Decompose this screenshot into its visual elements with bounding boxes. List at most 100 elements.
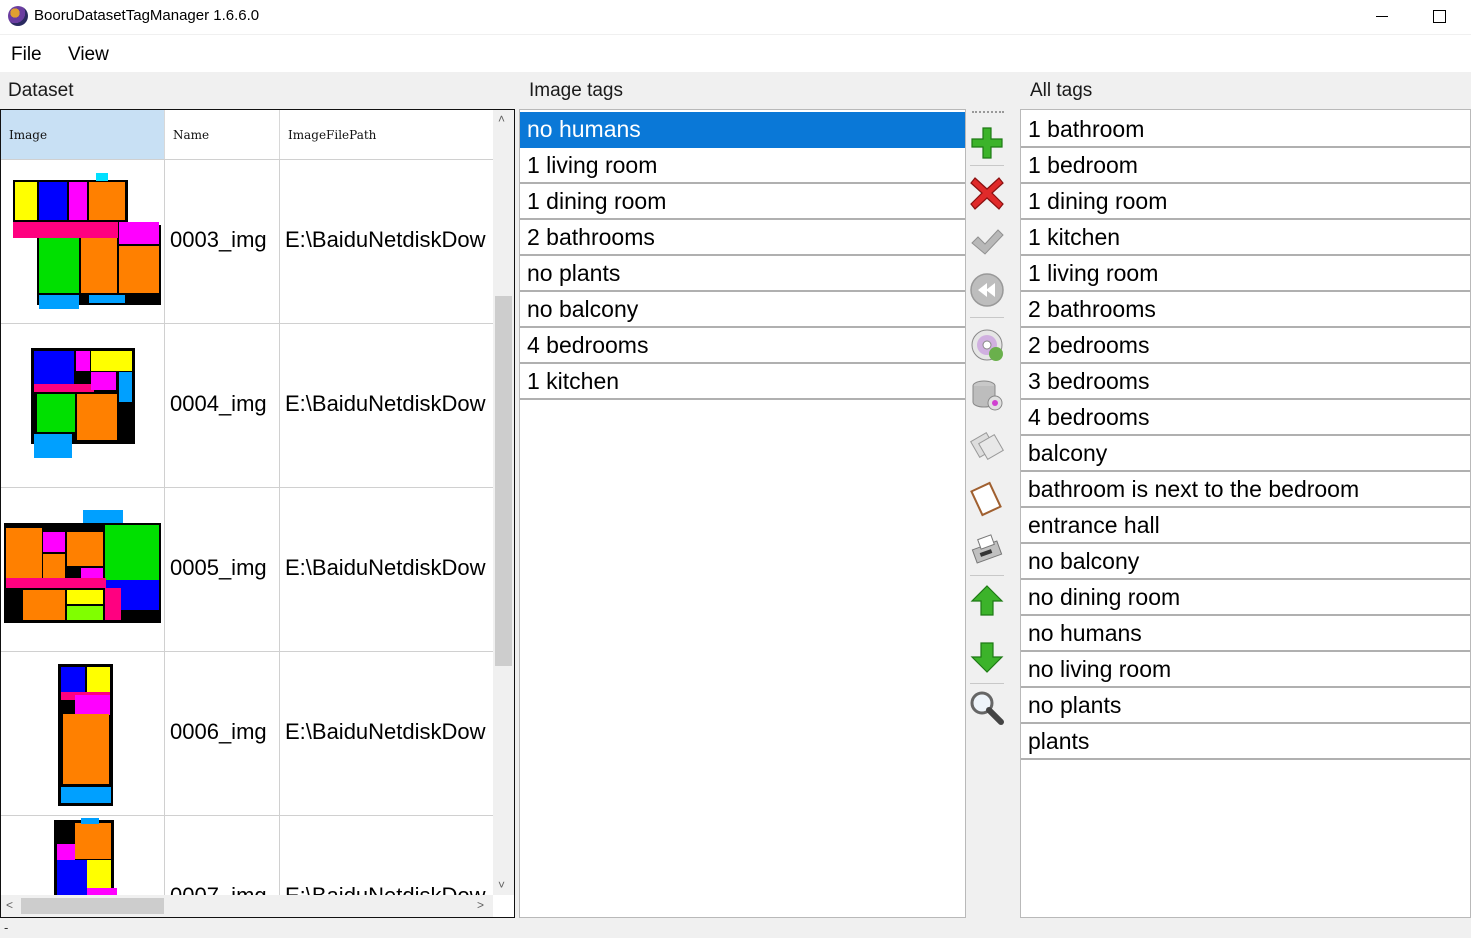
column-header-name[interactable]: Name (165, 110, 280, 159)
dataset-label: Dataset (8, 80, 74, 101)
all-tag-item[interactable]: no dining room (1021, 580, 1470, 616)
scroll-right-icon[interactable]: > (477, 898, 484, 912)
all-tag-item[interactable]: 1 kitchen (1021, 220, 1470, 256)
tag-toolbar (966, 109, 1020, 918)
arrow-up-icon (970, 585, 1004, 616)
save-all-button[interactable] (966, 324, 1008, 366)
dataset-header: Image Name ImageFilePath (1, 110, 493, 160)
path-cell: E:\BaiduNetdiskDow (285, 391, 486, 416)
dataset-vertical-scroll-thumb[interactable] (495, 296, 512, 666)
toolbar-separator (970, 317, 1004, 318)
column-header-image[interactable]: Image (1, 110, 165, 159)
all-tag-item[interactable]: 1 dining room (1021, 184, 1470, 220)
floorplan-thumbnail (31, 348, 135, 458)
path-cell: E:\BaiduNetdiskDow (285, 555, 486, 580)
name-cell: 0005_img (165, 488, 280, 651)
window-title: BooruDatasetTagManager 1.6.6.0 (34, 7, 260, 24)
image-tag-item[interactable]: no balcony (520, 292, 965, 328)
toolbar-separator (970, 165, 1004, 166)
image-tag-item[interactable]: no humans (520, 112, 965, 148)
status-bar: - (0, 918, 1471, 938)
delete-x-icon (970, 177, 1004, 210)
all-tags-label: All tags (1030, 80, 1093, 101)
table-row[interactable]: 0005_img E:\BaiduNetdiskDow (1, 488, 493, 652)
copy-button[interactable] (966, 424, 1008, 466)
database-icon (972, 380, 1003, 411)
image-tag-item[interactable]: no plants (520, 256, 965, 292)
arrow-down-icon (970, 642, 1004, 673)
copy-icon (970, 432, 1004, 460)
dataset-horizontal-scrollbar[interactable]: < > (1, 895, 493, 917)
scroll-down-icon[interactable]: ˅ (498, 878, 505, 892)
table-row[interactable]: 0004_img E:\BaiduNetdiskDow (1, 324, 493, 488)
image-tags-label: Image tags (529, 80, 623, 101)
all-tag-item[interactable]: no plants (1021, 688, 1470, 724)
path-cell: E:\BaiduNetdiskDow (285, 227, 486, 252)
toolbar-separator (970, 575, 1004, 576)
checkmark-icon (971, 229, 1004, 255)
dataset-horizontal-scroll-thumb[interactable] (21, 898, 164, 914)
search-button[interactable] (966, 687, 1008, 729)
paste-button[interactable] (966, 478, 1008, 520)
dataset-vertical-scrollbar[interactable]: ˄ ˅ (493, 110, 514, 895)
all-tag-item[interactable]: 4 bedrooms (1021, 400, 1470, 436)
all-tag-item[interactable]: bathroom is next to the bedroom (1021, 472, 1470, 508)
clipboard-icon (970, 481, 1002, 517)
toolbar-separator (970, 683, 1004, 684)
maximize-button[interactable] (1410, 0, 1468, 34)
all-tag-item[interactable]: 3 bedrooms (1021, 364, 1470, 400)
floorplan-thumbnail (58, 664, 113, 806)
table-row[interactable]: 0006_img E:\BaiduNetdiskDow (1, 652, 493, 816)
app-icon (8, 6, 28, 26)
all-tag-item[interactable]: 1 bedroom (1021, 148, 1470, 184)
all-tag-item[interactable]: no balcony (1021, 544, 1470, 580)
image-tag-item[interactable]: 4 bedrooms (520, 328, 965, 364)
image-tag-item[interactable]: 1 kitchen (520, 364, 965, 400)
name-cell: 0004_img (165, 324, 280, 487)
apply-button[interactable] (966, 222, 1008, 264)
name-cell: 0003_img (165, 160, 280, 323)
column-header-path[interactable]: ImageFilePath (280, 110, 493, 159)
image-tag-item[interactable]: 2 bathrooms (520, 220, 965, 256)
add-tag-button[interactable] (966, 122, 1008, 164)
image-tags-list[interactable]: no humans 1 living room 1 dining room 2 … (519, 109, 966, 918)
toolbar-grip (972, 111, 1004, 113)
thumbnail-cell (1, 488, 165, 651)
all-tag-item[interactable]: no humans (1021, 616, 1470, 652)
thumbnail-cell (1, 652, 165, 815)
move-down-button[interactable] (966, 635, 1008, 677)
name-cell: 0006_img (165, 652, 280, 815)
all-tag-item[interactable]: entrance hall (1021, 508, 1470, 544)
image-tag-item[interactable]: 1 living room (520, 148, 965, 184)
thumbnail-cell (1, 324, 165, 487)
disk-icon (971, 329, 1003, 361)
all-tag-item[interactable]: 1 bathroom (1021, 112, 1470, 148)
magnifier-icon (970, 691, 1004, 725)
all-tag-item[interactable]: 2 bathrooms (1021, 292, 1470, 328)
plus-icon (971, 127, 1003, 159)
print-button[interactable] (966, 529, 1008, 571)
table-row[interactable]: 0003_img E:\BaiduNetdiskDow (1, 160, 493, 324)
menu-view[interactable]: View (68, 44, 109, 66)
database-button[interactable] (966, 374, 1008, 416)
all-tag-item[interactable]: plants (1021, 724, 1470, 760)
menu-file[interactable]: File (11, 44, 42, 66)
move-up-button[interactable] (966, 581, 1008, 623)
all-tag-item[interactable]: 1 living room (1021, 256, 1470, 292)
title-bar: BooruDatasetTagManager 1.6.6.0 (0, 0, 1471, 34)
minimize-button[interactable] (1352, 0, 1410, 34)
all-tags-list[interactable]: 1 bathroom 1 bedroom 1 dining room 1 kit… (1020, 109, 1471, 918)
scroll-up-icon[interactable]: ˄ (498, 112, 505, 126)
scroll-left-icon[interactable]: < (6, 898, 13, 912)
dataset-grid[interactable]: Image Name ImageFilePath 0003_img E:\Bai… (0, 109, 515, 918)
path-cell: E:\BaiduNetdiskDow (285, 719, 486, 744)
undo-button[interactable] (966, 269, 1008, 311)
floorplan-thumbnail (4, 510, 161, 623)
status-text: - (4, 920, 9, 935)
menu-bar: File View (0, 34, 1471, 72)
all-tag-item[interactable]: balcony (1021, 436, 1470, 472)
all-tag-item[interactable]: no living room (1021, 652, 1470, 688)
image-tag-item[interactable]: 1 dining room (520, 184, 965, 220)
delete-tag-button[interactable] (966, 172, 1008, 214)
all-tag-item[interactable]: 2 bedrooms (1021, 328, 1470, 364)
